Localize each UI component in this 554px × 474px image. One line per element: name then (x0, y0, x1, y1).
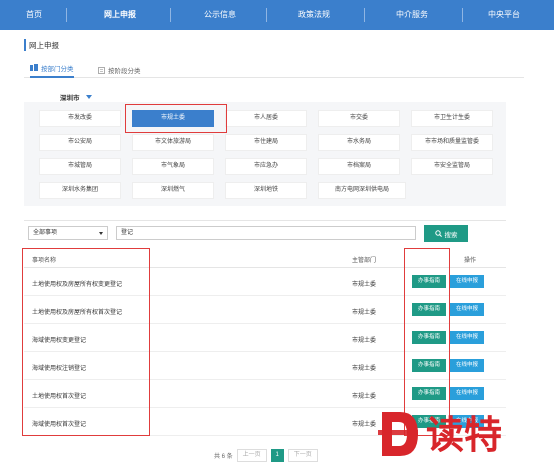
building-icon (30, 64, 38, 71)
department-panel: 市发改委 市规土委 市人居委 市交委 市卫生计生委 市公安局 市文体旅游局 市住… (24, 102, 506, 206)
category-tabs: 按部门分类 按阶段分类 (24, 58, 524, 78)
dept-button[interactable]: 市水务局 (318, 134, 400, 151)
watermark-logo: 读特 (378, 412, 502, 457)
dept-button[interactable]: 南方电网深圳供电局 (318, 182, 406, 199)
item-dept: 市规土委 (352, 282, 377, 288)
apply-button[interactable]: 在线申报 (450, 331, 484, 344)
dept-button[interactable]: 市交委 (318, 110, 400, 127)
total-count: 共 6 条 (214, 453, 233, 460)
dept-button[interactable]: 深圳水务集团 (39, 182, 121, 199)
nav-divider (266, 8, 267, 22)
document-icon (98, 66, 105, 74)
nav-home[interactable]: 首页 (14, 0, 54, 30)
nav-divider (66, 8, 67, 22)
nav-public-info[interactable]: 公示信息 (192, 0, 248, 30)
tab-by-department[interactable]: 按部门分类 (30, 62, 74, 78)
search-button-label: 搜索 (444, 231, 458, 239)
caret-down-icon (85, 95, 92, 99)
dept-button[interactable]: 市气象局 (132, 158, 214, 175)
highlight-box (125, 104, 227, 133)
apply-button[interactable]: 在线申报 (450, 275, 484, 288)
nav-divider (170, 8, 171, 22)
nav-agency[interactable]: 中介服务 (384, 0, 440, 30)
watermark-text: 读特 (426, 413, 502, 457)
scope-select-value: 全部事项 (33, 230, 58, 236)
item-dept: 市规土委 (352, 422, 377, 428)
dept-button[interactable]: 市发改委 (39, 110, 121, 127)
item-dept: 市规土委 (352, 338, 377, 344)
pagination: 共 6 条 上一页 1 下一页 (214, 448, 318, 462)
search-button[interactable]: 搜索 (424, 225, 468, 242)
top-nav: 首页 网上申报 公示信息 政策法规 中介服务 中央平台 (0, 0, 554, 30)
dept-button[interactable]: 市文体旅游局 (132, 134, 214, 151)
nav-online-apply[interactable]: 网上申报 (92, 0, 148, 30)
dept-button[interactable]: 市应急办 (225, 158, 307, 175)
search-input[interactable]: 登记 (116, 226, 416, 240)
header-ops: 操作 (464, 258, 477, 264)
search-input-value: 登记 (121, 230, 134, 236)
nav-divider (462, 8, 463, 22)
apply-button[interactable]: 在线申报 (450, 387, 484, 400)
current-page[interactable]: 1 (270, 448, 284, 462)
dept-button[interactable]: 市卫生计生委 (411, 110, 493, 127)
nav-divider (364, 8, 365, 22)
nav-policy[interactable]: 政策法规 (286, 0, 342, 30)
dept-button[interactable]: 市市场和质量监管委 (411, 134, 493, 151)
item-dept: 市规土委 (352, 310, 377, 316)
item-dept: 市规土委 (352, 394, 377, 400)
apply-button[interactable]: 在线申报 (450, 359, 484, 372)
tab-label: 按阶段分类 (108, 68, 141, 75)
dept-button[interactable]: 市城管局 (39, 158, 121, 175)
tab-by-stage[interactable]: 按阶段分类 (98, 62, 141, 78)
city-selector[interactable]: 深圳市 (60, 92, 92, 102)
dept-button[interactable]: 深圳地铁 (225, 182, 307, 199)
caret-down-icon (99, 232, 103, 235)
dept-button[interactable]: 深圳燃气 (132, 182, 214, 199)
highlight-box (22, 248, 150, 436)
next-page-button[interactable]: 下一页 (287, 448, 318, 462)
dept-button[interactable]: 市公安局 (39, 134, 121, 151)
scope-select[interactable]: 全部事项 (28, 226, 108, 240)
dept-button[interactable]: 市档案局 (318, 158, 400, 175)
nav-central[interactable]: 中央平台 (476, 0, 532, 30)
title-accent-bar (24, 39, 26, 51)
dept-button[interactable]: 市人居委 (225, 110, 307, 127)
tab-label: 按部门分类 (41, 65, 74, 73)
apply-button[interactable]: 在线申报 (450, 303, 484, 316)
dept-button[interactable]: 市住建局 (225, 134, 307, 151)
prev-page-button[interactable]: 上一页 (236, 448, 267, 462)
divider (24, 220, 506, 221)
search-icon (434, 230, 442, 237)
item-dept: 市规土委 (352, 366, 377, 372)
dept-button[interactable]: 市安全监管局 (411, 158, 493, 175)
page-title: 网上申报 (29, 41, 59, 50)
city-label: 深圳市 (60, 95, 80, 102)
header-dept: 主管部门 (352, 258, 377, 264)
